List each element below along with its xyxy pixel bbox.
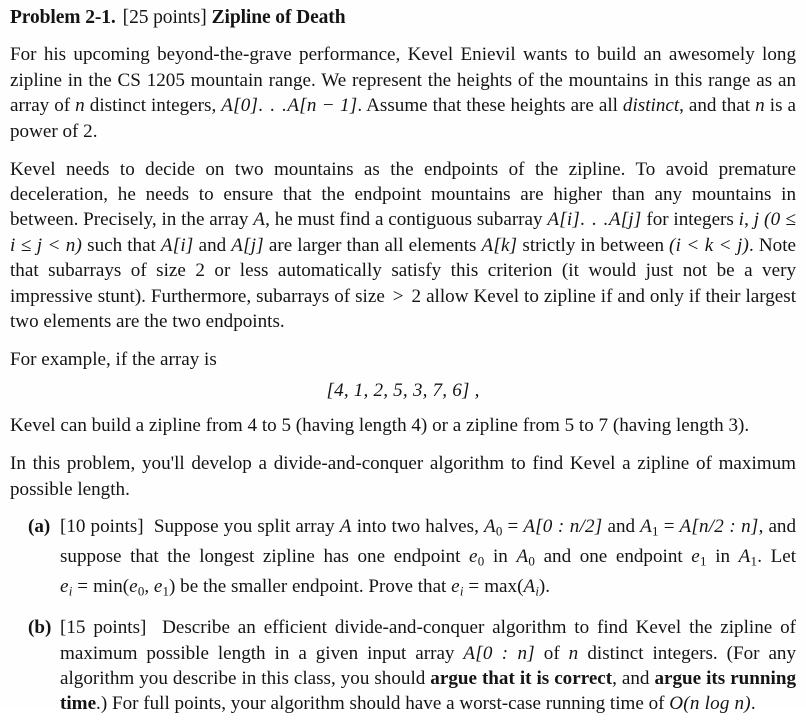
math-split-high: A[n/2 : n] [679, 516, 759, 538]
math-n: n [75, 95, 85, 117]
intro-text-b: distinct integers, [84, 95, 222, 117]
subpart-b-body: [15 points] Describe an efficient divide… [60, 615, 796, 717]
problem-title: Zipline of Death [211, 7, 346, 28]
problem-points: [25 points] [122, 7, 207, 28]
math-An-minus-1: A[n − 1] [287, 95, 358, 117]
math-split-low: A[0 : n/2] [523, 516, 603, 538]
subpart-a-text-f: and one endpoint [535, 546, 692, 568]
document-page: Problem 2-1. [25 points] Zipline of Death … [0, 0, 806, 714]
math-A-k: A[k] [481, 234, 518, 256]
intro-text-d: , and that [679, 95, 756, 117]
subpart-b-text-b: of [534, 642, 569, 664]
subparts-list: (a) [10 points] Suppose you split array … [10, 514, 796, 716]
def-text-f: and [193, 234, 232, 256]
task-overview-paragraph: In this problem, you'll develop a divide… [10, 451, 796, 502]
math-equals-2: = [663, 516, 675, 538]
subpart-a-text-h: . Let [757, 546, 797, 568]
math-j: j [753, 209, 760, 231]
def-text-b: , he must find a contiguous subarray [265, 209, 548, 231]
math-equals-1: = [507, 516, 519, 538]
math-dots: . . . [258, 95, 288, 117]
math-n-2: n [755, 95, 765, 117]
subpart-b: (b) [15 points] Describe an efficient di… [10, 615, 796, 717]
math-A-3: A [339, 516, 352, 538]
subpart-a: (a) [10 points] Suppose you split array … [10, 514, 796, 604]
math-running-time: O(n log n) [669, 693, 751, 715]
emphasis-distinct: distinct [622, 95, 680, 117]
def-text-g: are larger than all elements [263, 234, 482, 256]
subpart-b-points: [15 points] [60, 617, 147, 639]
example-lead-paragraph: For example, if the array is [10, 347, 796, 372]
subpart-b-marker: (b) [28, 617, 52, 639]
math-A-sub-1: A1 [640, 516, 659, 539]
math-e-i: ei [60, 576, 73, 599]
math-A-sub-0: A0 [483, 516, 503, 539]
intro-text-c: . Assume that these heights are all [357, 95, 623, 117]
problem-heading: Problem 2-1. [25 points] Zipline of Death [10, 6, 796, 30]
math-e-i-2: ei [451, 576, 464, 599]
subpart-a-text-e: in [484, 546, 517, 568]
task-overview-text: In this problem, you'll develop a divide… [10, 453, 796, 500]
subpart-b-text-d: , and [612, 668, 655, 689]
example-array-equation: [4, 1, 2, 5, 3, 7, 6] , [10, 378, 796, 403]
math-A-sub-0-2: A0 [516, 546, 535, 569]
subpart-a-points: [10 points] [60, 516, 144, 538]
subpart-a-text-c: and [602, 516, 641, 538]
math-A: A [253, 209, 266, 231]
def-text-d: , [744, 209, 754, 231]
subpart-a-text-a: Suppose you split array [153, 516, 340, 538]
subpart-b-text-e: .) For full points, your algorithm shoul… [96, 693, 670, 715]
subpart-a-text-g: in [706, 546, 739, 568]
math-greater-than: > [392, 285, 404, 307]
example-lead-text: For example, if the array is [10, 348, 217, 370]
def-text-h: strictly in between [517, 234, 670, 256]
math-n-3: n [568, 642, 579, 664]
math-max-expr: max(Ai) [484, 576, 546, 599]
math-input-array: A[0 : n] [463, 642, 535, 664]
math-A-sub-1-2: A1 [738, 546, 758, 569]
math-A-i: A[i] [547, 209, 580, 231]
subpart-a-text-i: be the smaller endpoint. Prove that [175, 576, 452, 598]
math-A0: A[0] [221, 95, 259, 117]
subpart-b-text-f: . [750, 693, 756, 715]
subpart-a-marker: (a) [28, 516, 51, 538]
math-e-0: e0 [469, 546, 485, 569]
intro-paragraph: For his upcoming beyond-the-grave perfor… [10, 42, 796, 144]
subpart-a-text-j: . [545, 576, 551, 598]
math-A-j: A[j] [608, 209, 642, 231]
definition-paragraph: Kevel needs to decide on two mountains a… [10, 157, 796, 335]
math-between-condition: (i < k < j) [669, 234, 750, 256]
math-A-i-2: A[i] [160, 234, 194, 256]
bold-argue-correct: argue that it is correct [430, 668, 613, 689]
def-text-e: such that [82, 234, 161, 256]
subpart-a-body: [10 points] Suppose you split array A in… [60, 514, 796, 604]
def-text-c: for integers [641, 209, 739, 231]
math-dots-2: . . . [580, 209, 609, 231]
example-explanation-text: Kevel can build a zipline from 4 to 5 (h… [10, 415, 750, 437]
math-e-1: e1 [691, 546, 707, 569]
example-explanation-paragraph: Kevel can build a zipline from 4 to 5 (h… [10, 413, 796, 438]
subpart-a-text-b: into two halves, [351, 516, 484, 538]
math-min-expr: min(e0, e1) [93, 576, 176, 599]
math-A-j-2: A[j] [231, 234, 264, 256]
page-content: Problem 2-1. [25 points] Zipline of Death … [10, 6, 796, 728]
math-equals-3: = [77, 576, 89, 598]
math-equals-4: = [468, 576, 480, 598]
example-array-value: [4, 1, 2, 5, 3, 7, 6] , [326, 380, 480, 402]
problem-label: Problem 2-1. [10, 7, 116, 28]
